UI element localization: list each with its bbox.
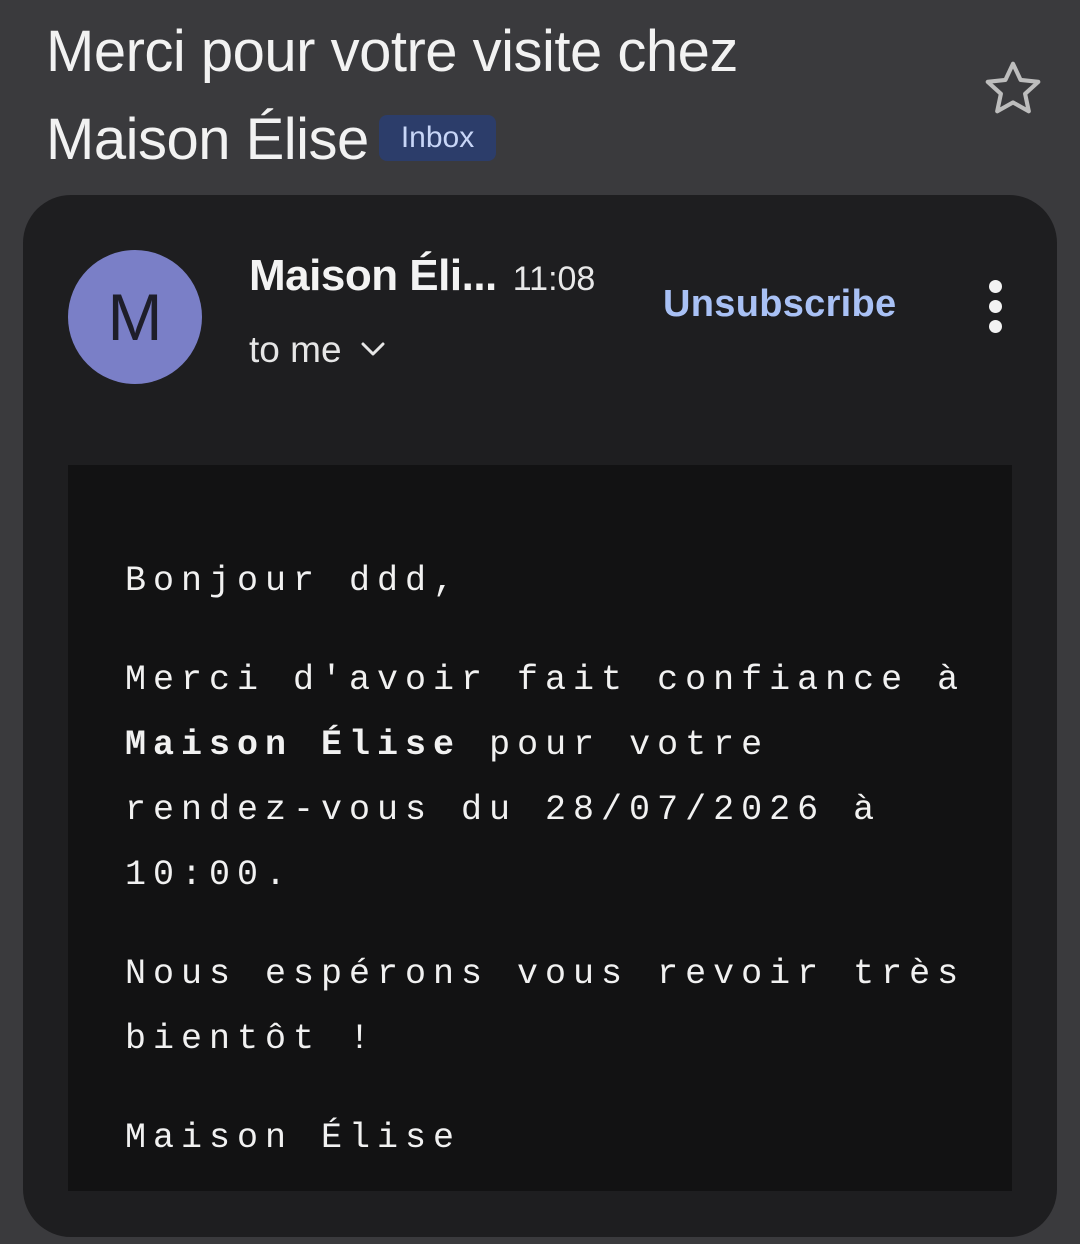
greeting-text: Bonjour ddd, xyxy=(125,561,462,601)
more-options-icon[interactable] xyxy=(978,280,1012,336)
message-card: M Maison Éli... 11:08 to me Unsubscribe B… xyxy=(23,195,1057,1237)
thanks-paragraph: Merci d'avoir fait confiance à Maison Él… xyxy=(125,648,985,908)
star-icon[interactable] xyxy=(980,56,1046,122)
inbox-label-badge[interactable]: Inbox xyxy=(378,114,497,161)
more-dot xyxy=(988,300,1002,313)
more-dot xyxy=(988,320,1002,333)
message-time: 11:08 xyxy=(512,260,596,298)
chevron-down-icon xyxy=(361,342,385,356)
business-name: Maison Élise xyxy=(125,725,462,765)
sender-line: Maison Éli... 11:08 xyxy=(249,251,595,301)
signature-text: Maison Élise xyxy=(125,1118,462,1158)
recipient-label: to me xyxy=(249,329,342,370)
sender-name[interactable]: Maison Éli... xyxy=(249,251,497,300)
hope-paragraph: Nous espérons vous revoir très bientôt ! xyxy=(125,954,966,1059)
email-subject: Merci pour votre visite chez Maison Élis… xyxy=(46,8,946,184)
subject-line-2: Maison Élise xyxy=(46,107,369,172)
subject-line-1: Merci pour votre visite chez xyxy=(46,19,738,84)
recipient-details-toggle[interactable]: to me xyxy=(249,329,386,371)
more-dot xyxy=(988,280,1002,293)
message-body: Bonjour ddd, Merci d'avoir fait confianc… xyxy=(68,465,1012,1191)
message-text: Bonjour ddd, Merci d'avoir fait confianc… xyxy=(125,549,985,1171)
avatar[interactable]: M xyxy=(68,250,202,384)
unsubscribe-button[interactable]: Unsubscribe xyxy=(663,283,896,326)
thanks-before-text: Merci d'avoir fait confiance à xyxy=(125,660,966,700)
